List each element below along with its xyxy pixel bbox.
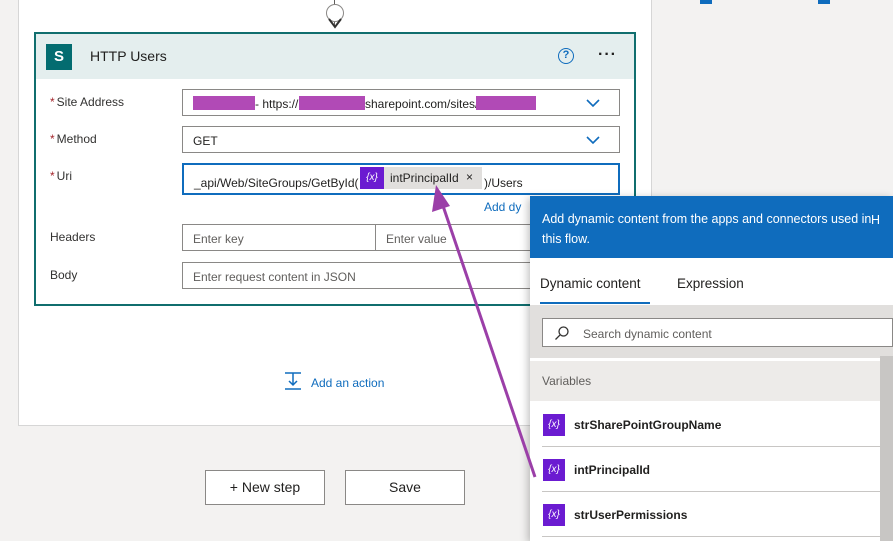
redacted-block [299, 96, 365, 110]
required-mark: * [50, 95, 55, 109]
site-address-label: * Site Address [50, 95, 124, 109]
redacted-block [476, 96, 536, 110]
chevron-down-icon[interactable] [586, 96, 600, 110]
header-key-placeholder: Enter key [193, 232, 244, 246]
list-divider [542, 536, 893, 537]
site-address-text-1: - https:// [255, 97, 299, 111]
list-item-strsharepointgroupname[interactable]: {x} strSharePointGroupName [530, 402, 893, 447]
required-mark: * [50, 169, 55, 183]
flyout-header: Add dynamic content from the apps and co… [530, 196, 893, 258]
method-label-text: Method [56, 132, 97, 146]
flyout-header-text: Add dynamic content from the apps and co… [542, 212, 872, 246]
uri-token[interactable]: {x} intPrincipalId × [360, 167, 482, 189]
new-step-button[interactable]: + New step [205, 470, 325, 505]
list-item-struserpermissions[interactable]: {x} strUserPermissions [530, 492, 893, 537]
uri-label: * Uri [50, 169, 72, 183]
card-title[interactable]: HTTP Users [90, 48, 167, 64]
variable-icon: {x} [543, 414, 565, 436]
top-toolbar-icon[interactable] [818, 0, 830, 4]
card-header[interactable]: S HTTP Users ? ··· [36, 34, 634, 79]
required-mark: * [50, 132, 55, 146]
header-value-input[interactable]: Enter value [375, 224, 535, 251]
body-placeholder: Enter request content in JSON [193, 270, 356, 284]
list-item-label: intPrincipalId [574, 463, 651, 477]
uri-suffix: )/Users [484, 176, 523, 190]
variable-icon: {x} [360, 167, 384, 189]
down-arrow-icon [328, 18, 342, 29]
remove-token-icon[interactable]: × [466, 170, 473, 184]
flyout-header-extra[interactable]: H [871, 213, 880, 227]
sharepoint-icon: S [46, 44, 72, 70]
list-item-intprincipalid[interactable]: {x} intPrincipalId [530, 447, 893, 492]
top-toolbar-icon[interactable] [700, 0, 712, 4]
add-action-icon[interactable] [283, 371, 303, 391]
header-value-placeholder: Enter value [386, 232, 447, 246]
search-dynamic-content-input[interactable]: Search dynamic content [542, 318, 893, 347]
dynamic-content-flyout: Add dynamic content from the apps and co… [530, 196, 893, 541]
search-placeholder: Search dynamic content [583, 327, 712, 341]
more-options-icon[interactable]: ··· [598, 46, 617, 64]
uri-token-label: intPrincipalId [390, 171, 459, 185]
body-input[interactable]: Enter request content in JSON [182, 262, 542, 289]
redacted-block [193, 96, 255, 110]
search-icon [555, 326, 569, 340]
method-value: GET [193, 134, 218, 148]
tab-dynamic-content[interactable]: Dynamic content [540, 276, 641, 291]
uri-input[interactable]: _api/Web/SiteGroups/GetById( {x} intPrin… [182, 163, 620, 195]
flyout-scrollbar[interactable] [880, 356, 893, 541]
uri-prefix: _api/Web/SiteGroups/GetById( [194, 176, 359, 190]
add-an-action-link[interactable]: Add an action [311, 376, 384, 390]
active-tab-indicator [540, 302, 650, 304]
method-label: * Method [50, 132, 97, 146]
headers-label: Headers [50, 230, 96, 244]
list-item-label: strUserPermissions [574, 508, 688, 522]
variables-section-header: Variables [530, 361, 893, 401]
uri-label-text: Uri [56, 169, 72, 183]
add-dynamic-content-link[interactable]: Add dy [484, 200, 521, 214]
site-address-label-text: Site Address [56, 95, 125, 109]
list-item-label: strSharePointGroupName [574, 418, 722, 432]
chevron-down-icon[interactable] [586, 133, 600, 147]
tab-expression[interactable]: Expression [677, 276, 744, 291]
body-label: Body [50, 268, 78, 282]
header-key-input[interactable]: Enter key [182, 224, 376, 251]
variable-icon: {x} [543, 459, 565, 481]
variable-icon: {x} [543, 504, 565, 526]
save-button[interactable]: Save [345, 470, 465, 505]
search-band: Search dynamic content [530, 305, 893, 358]
site-address-text-2: sharepoint.com/sites/ [365, 97, 479, 111]
help-icon[interactable]: ? [558, 48, 574, 64]
site-address-dropdown[interactable]: - https:// sharepoint.com/sites/ [182, 89, 620, 116]
method-dropdown[interactable]: GET [182, 126, 620, 153]
variables-section-label: Variables [542, 374, 592, 388]
